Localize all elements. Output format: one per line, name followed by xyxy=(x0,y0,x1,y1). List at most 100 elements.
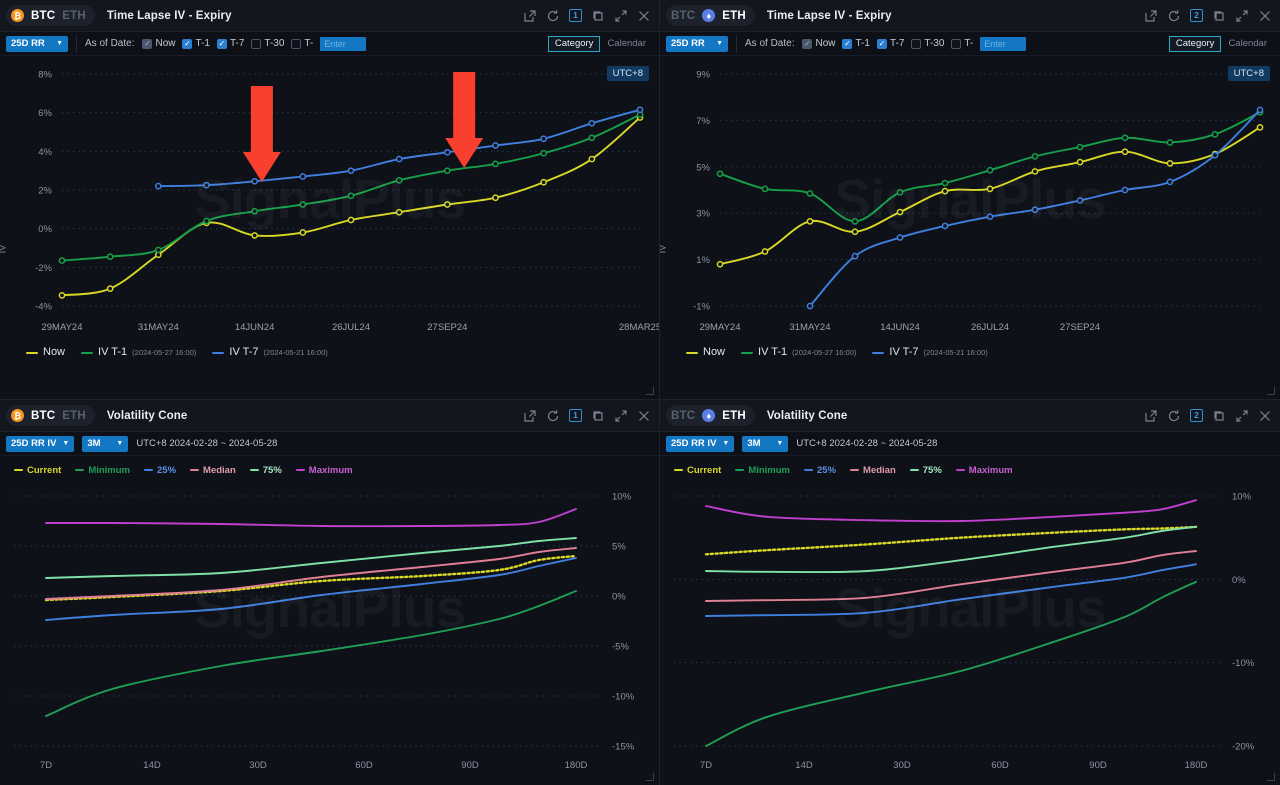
window-number-badge[interactable]: 2 xyxy=(1190,409,1203,422)
titlebar: ₿ BTC ETH Time Lapse IV - Expiry 1 xyxy=(0,0,659,32)
legend-item-t7[interactable]: IV T-7 (2024-05-21 16:00) xyxy=(872,346,987,358)
chart-eth-cone[interactable]: SignalPlus -20%-10%0%10%7D14D30D60D90D18… xyxy=(660,478,1280,778)
refresh-icon[interactable] xyxy=(1167,409,1181,423)
metric-select-label: 25D RR xyxy=(671,38,705,49)
svg-text:31MAY24: 31MAY24 xyxy=(138,322,179,333)
tab-category[interactable]: Category xyxy=(1169,36,1222,52)
legend-item-now[interactable]: Now xyxy=(686,346,725,358)
window-number-badge[interactable]: 2 xyxy=(1190,9,1203,22)
checkbox-box[interactable]: ✓ xyxy=(951,39,961,49)
asset-btc-label[interactable]: BTC xyxy=(671,10,695,22)
asset-toggle[interactable]: ₿ BTC ETH xyxy=(6,405,95,426)
checkbox-t7[interactable]: ✓T-7 xyxy=(217,38,244,49)
checkbox-box[interactable]: ✓ xyxy=(911,39,921,49)
external-link-icon[interactable] xyxy=(523,409,537,423)
legend-item-25[interactable]: 25% xyxy=(804,465,836,476)
legend-label: Median xyxy=(203,465,236,476)
external-link-icon[interactable] xyxy=(1144,9,1158,23)
resize-handle[interactable] xyxy=(646,387,654,395)
checkbox-tcustom[interactable]: ✓T- xyxy=(291,38,313,49)
close-icon[interactable] xyxy=(637,9,651,23)
legend-item-t7[interactable]: IV T-7 (2024-05-21 16:00) xyxy=(212,346,327,358)
legend-item-current[interactable]: Current xyxy=(14,465,61,476)
expand-icon[interactable] xyxy=(1235,9,1249,23)
checkbox-box[interactable]: ✓ xyxy=(142,39,152,49)
checkbox-t30[interactable]: ✓T-30 xyxy=(911,38,944,49)
legend-item-maximum[interactable]: Maximum xyxy=(296,465,353,476)
metric-select[interactable]: 25D RR IV ▼ xyxy=(6,436,74,452)
checkbox-box[interactable]: ✓ xyxy=(877,39,887,49)
legend-item-median[interactable]: Median xyxy=(190,465,236,476)
window-number-badge[interactable]: 1 xyxy=(569,9,582,22)
period-select[interactable]: 3M ▼ xyxy=(82,436,128,452)
tcustom-input[interactable]: Enter xyxy=(980,37,1026,51)
asset-eth-label[interactable]: ETH xyxy=(62,410,86,422)
checkbox-t7[interactable]: ✓T-7 xyxy=(877,38,904,49)
period-select[interactable]: 3M ▼ xyxy=(742,436,788,452)
legend-item-t1[interactable]: IV T-1 (2024-05-27 16:00) xyxy=(741,346,856,358)
legend-item-t1[interactable]: IV T-1 (2024-05-27 16:00) xyxy=(81,346,196,358)
checkbox-t30[interactable]: ✓T-30 xyxy=(251,38,284,49)
checkbox-now[interactable]: ✓Now xyxy=(802,38,835,49)
tab-calendar[interactable]: Calendar xyxy=(600,36,653,52)
duplicate-icon[interactable] xyxy=(591,9,605,23)
legend-item-current[interactable]: Current xyxy=(674,465,721,476)
duplicate-icon[interactable] xyxy=(591,409,605,423)
chart-btc-cone[interactable]: SignalPlus -15%-10%-5%0%5%10%7D14D30D60D… xyxy=(0,478,659,778)
tab-calendar[interactable]: Calendar xyxy=(1221,36,1274,52)
asset-toggle[interactable]: ₿ BTC ETH xyxy=(6,5,95,26)
expand-icon[interactable] xyxy=(1235,409,1249,423)
window-number-badge[interactable]: 1 xyxy=(569,409,582,422)
refresh-icon[interactable] xyxy=(1167,9,1181,23)
legend-item-maximum[interactable]: Maximum xyxy=(956,465,1013,476)
asset-btc-label[interactable]: BTC xyxy=(31,410,55,422)
legend-item-median[interactable]: Median xyxy=(850,465,896,476)
legend-item-minimum[interactable]: Minimum xyxy=(735,465,790,476)
close-icon[interactable] xyxy=(1258,9,1272,23)
close-icon[interactable] xyxy=(637,409,651,423)
duplicate-icon[interactable] xyxy=(1212,9,1226,23)
legend-item-75[interactable]: 75% xyxy=(910,465,942,476)
metric-select[interactable]: 25D RR ▼ xyxy=(666,36,728,52)
tcustom-input[interactable]: Enter xyxy=(320,37,366,51)
checkbox-box[interactable]: ✓ xyxy=(291,39,301,49)
checkbox-box[interactable]: ✓ xyxy=(251,39,261,49)
checkbox-box[interactable]: ✓ xyxy=(842,39,852,49)
asset-btc-label[interactable]: BTC xyxy=(671,410,695,422)
refresh-icon[interactable] xyxy=(546,409,560,423)
expand-icon[interactable] xyxy=(614,409,628,423)
chart-btc-timelapse[interactable]: SignalPlus UTC+8 IV -4%-2%0%2%4%6%8%29MA… xyxy=(0,56,659,342)
resize-handle[interactable] xyxy=(1267,387,1275,395)
external-link-icon[interactable] xyxy=(1144,409,1158,423)
checkbox-box[interactable]: ✓ xyxy=(217,39,227,49)
expand-icon[interactable] xyxy=(614,9,628,23)
asset-eth-label[interactable]: ETH xyxy=(722,410,746,422)
asset-btc-label[interactable]: BTC xyxy=(31,10,55,22)
metric-select[interactable]: 25D RR ▼ xyxy=(6,36,68,52)
close-icon[interactable] xyxy=(1258,409,1272,423)
external-link-icon[interactable] xyxy=(523,9,537,23)
asset-toggle[interactable]: BTC ♦ ETH xyxy=(666,5,755,26)
legend-item-25[interactable]: 25% xyxy=(144,465,176,476)
asset-eth-label[interactable]: ETH xyxy=(722,10,746,22)
resize-handle[interactable] xyxy=(1267,773,1275,781)
checkbox-box[interactable]: ✓ xyxy=(182,39,192,49)
checkbox-box[interactable]: ✓ xyxy=(802,39,812,49)
chart-eth-timelapse[interactable]: SignalPlus UTC+8 IV -1%1%3%5%7%9%29MAY24… xyxy=(660,56,1280,342)
asset-toggle[interactable]: BTC ♦ ETH xyxy=(666,405,755,426)
legend-item-75[interactable]: 75% xyxy=(250,465,282,476)
refresh-icon[interactable] xyxy=(546,9,560,23)
tab-category[interactable]: Category xyxy=(548,36,601,52)
resize-handle[interactable] xyxy=(646,773,654,781)
asset-eth-label[interactable]: ETH xyxy=(62,10,86,22)
metric-select[interactable]: 25D RR IV ▼ xyxy=(666,436,734,452)
legend-item-now[interactable]: Now xyxy=(26,346,65,358)
chevron-down-icon: ▼ xyxy=(716,40,723,47)
checkbox-t1[interactable]: ✓T-1 xyxy=(182,38,209,49)
checkbox-now[interactable]: ✓Now xyxy=(142,38,175,49)
checkbox-tcustom[interactable]: ✓T- xyxy=(951,38,973,49)
legend-item-minimum[interactable]: Minimum xyxy=(75,465,130,476)
panel-title: Volatility Cone xyxy=(767,410,848,422)
duplicate-icon[interactable] xyxy=(1212,409,1226,423)
checkbox-t1[interactable]: ✓T-1 xyxy=(842,38,869,49)
